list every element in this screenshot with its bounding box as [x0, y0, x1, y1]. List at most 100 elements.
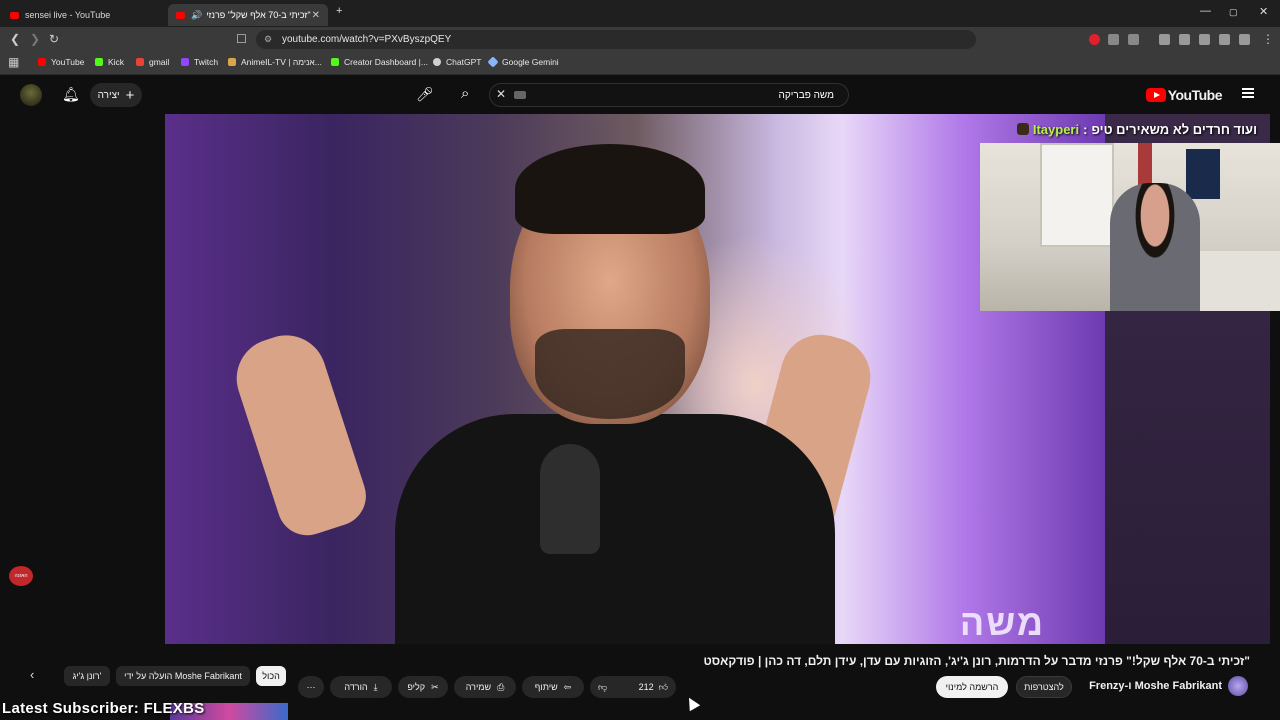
- youtube-icon: [38, 58, 46, 66]
- back-arrow-icon[interactable]: ❮: [10, 32, 20, 46]
- bookmark-chatgpt[interactable]: ChatGPT: [433, 57, 481, 67]
- maximize-button[interactable]: ▢: [1229, 7, 1238, 18]
- bookmark-label: Creator Dashboard |...: [344, 57, 428, 67]
- extension-puzzle-icon[interactable]: [1108, 34, 1119, 45]
- clear-search-icon[interactable]: ✕: [496, 87, 506, 101]
- forward-arrow-icon[interactable]: ❯: [30, 32, 40, 46]
- share-icon: ⇦: [563, 681, 572, 692]
- hamburger-menu-icon[interactable]: [1242, 88, 1254, 98]
- bookmark-gemini[interactable]: Google Gemini: [487, 56, 559, 68]
- like-icon: 👍︎: [658, 681, 668, 692]
- bookmark-label: AnimeIL-TV | אנימה...: [241, 57, 322, 67]
- close-tab-icon[interactable]: ✕: [312, 10, 320, 21]
- webcam-poster: [1186, 149, 1220, 199]
- wallet-icon[interactable]: [1199, 34, 1210, 45]
- clip-button[interactable]: קליפ ✂: [398, 676, 448, 698]
- save-button[interactable]: שמירה ⎙: [454, 676, 516, 698]
- search-icon[interactable]: ⌕: [461, 85, 469, 102]
- shield-icon[interactable]: [1239, 34, 1250, 45]
- close-window-button[interactable]: ✕: [1259, 5, 1268, 18]
- share-label: שיתוף: [534, 682, 558, 692]
- tab-label: "זכיתי ב-70 אלף שקל" פרנזי: [206, 10, 311, 20]
- new-tab-button[interactable]: +: [336, 5, 342, 17]
- create-button[interactable]: יצירה +: [90, 83, 142, 107]
- chip-ronen[interactable]: רונן ג'יג': [64, 666, 110, 686]
- music-icon[interactable]: [1159, 34, 1170, 45]
- extension-box-icon[interactable]: [1128, 34, 1139, 45]
- save-label: שמירה: [465, 682, 492, 692]
- create-label: יצירה: [97, 89, 120, 101]
- bookmark-gmail[interactable]: gmail: [136, 57, 169, 67]
- chip-uploaded-by[interactable]: Moshe Fabrikant הועלה על ידי: [116, 666, 250, 686]
- address-bar[interactable]: ⚙ youtube.com/watch?v=PXvByszpQEY: [256, 30, 976, 49]
- search-input[interactable]: ✕ משה פבריקה: [489, 83, 849, 107]
- chip-all[interactable]: הכול: [256, 666, 286, 686]
- keyboard-icon[interactable]: [514, 91, 526, 99]
- save-bookmark-icon: ⎙: [497, 681, 505, 692]
- bookmark-label: Twitch: [194, 57, 219, 67]
- extension-record-icon[interactable]: [1089, 34, 1100, 45]
- like-dislike-group: 👎︎ 212 👍︎: [590, 676, 676, 698]
- chat-username: Itayperi: [1032, 121, 1080, 137]
- channel-name[interactable]: Frenzy-ו Moshe Fabrikant: [1088, 680, 1222, 692]
- bookmark-label: Kick: [108, 57, 125, 67]
- ai-icon[interactable]: [1219, 34, 1230, 45]
- bookmark-creator-dashboard[interactable]: Creator Dashboard |...: [331, 57, 428, 67]
- site-info-icon[interactable]: ⚙: [264, 34, 272, 45]
- video-beard: [535, 329, 685, 419]
- chat-message-overlay: Itayperi : ועוד חרדים לא משאירים טיפ: [995, 118, 1257, 140]
- webcam-overlay: [980, 143, 1280, 311]
- video-hair: [515, 144, 705, 234]
- gmail-icon: [136, 58, 144, 66]
- reload-icon[interactable]: ↻: [49, 32, 59, 46]
- twitch-icon: [181, 58, 189, 66]
- bookmark-kick[interactable]: Kick: [95, 57, 124, 67]
- menu-dots-icon[interactable]: ⋮: [1262, 32, 1274, 46]
- clip-label: קליפ: [407, 682, 426, 692]
- logo-text: YouTube: [1167, 87, 1223, 103]
- bookmarks-bar: ▦ YouTube Kick gmail Twitch AnimeIL-TV |…: [0, 52, 1280, 75]
- download-button[interactable]: הורדה ⤓: [330, 676, 392, 698]
- video-player[interactable]: משה: [165, 114, 1105, 644]
- browser-toolbar: ❮ ❯ ↻ ☐ ⚙ youtube.com/watch?v=PXvByszpQE…: [0, 27, 1280, 52]
- scissors-icon: ✂: [431, 681, 439, 692]
- plus-icon: +: [125, 86, 135, 104]
- bookmark-label: Google Gemini: [502, 57, 559, 67]
- bookmark-twitch[interactable]: Twitch: [181, 57, 218, 67]
- chat-emote-icon: [1016, 123, 1029, 135]
- like-button[interactable]: 212 👍︎: [639, 682, 668, 693]
- subscribe-button[interactable]: הרשמה למינוי: [936, 676, 1008, 698]
- speaker-icon[interactable]: 🔊: [191, 10, 202, 21]
- youtube-logo[interactable]: YouTube: [1145, 87, 1223, 103]
- animeil-icon: [228, 58, 236, 66]
- like-count: 212: [638, 682, 654, 692]
- youtube-favicon-icon: [176, 11, 185, 19]
- youtube-play-icon: [1145, 88, 1166, 102]
- bookmark-animeil[interactable]: AnimeIL-TV | אנימה...: [228, 57, 322, 67]
- youtube-masthead: 🔔︎ יצירה + 🎤︎ ⌕ ✕ משה פבריקה YouTube: [0, 75, 1280, 115]
- video-title: "זכיתי ב-70 אלף שקל!" פרנזי מדבר על הדרמ…: [703, 654, 1250, 668]
- tab-sensei-live[interactable]: sensei live - YouTube: [2, 4, 168, 26]
- dislike-icon[interactable]: 👎︎: [598, 682, 607, 693]
- notifications-bell-icon[interactable]: 🔔︎: [62, 86, 80, 103]
- share-button[interactable]: שיתוף ⇦: [522, 676, 584, 698]
- apps-grid-icon[interactable]: ▦: [8, 55, 19, 69]
- bookmark-youtube[interactable]: YouTube: [38, 57, 84, 67]
- video-hand-left: [226, 324, 374, 544]
- more-button[interactable]: ⋯: [298, 676, 324, 698]
- video-shirt: [395, 414, 835, 644]
- join-button[interactable]: להצטרפות: [1016, 676, 1072, 698]
- youtube-favicon-icon: [10, 11, 19, 19]
- latest-subscriber-overlay: Latest Subscriber: FLEXBS: [2, 700, 205, 717]
- search-value: משה פבריקה: [778, 89, 834, 101]
- chevron-left-icon[interactable]: ‹: [30, 667, 34, 682]
- download-label: הורדה: [344, 682, 368, 692]
- channel-avatar[interactable]: [1228, 676, 1248, 696]
- tab-current-video[interactable]: 🔊 "זכיתי ב-70 אלף שקל" פרנזי ✕: [168, 4, 328, 26]
- minimize-button[interactable]: —: [1200, 5, 1211, 17]
- avatar[interactable]: [20, 84, 42, 106]
- sidebar-icon[interactable]: [1179, 34, 1190, 45]
- microphone-icon[interactable]: 🎤︎: [416, 86, 434, 103]
- bookmark-icon[interactable]: ☐: [236, 32, 247, 46]
- url-text: youtube.com/watch?v=PXvByszpQEY: [282, 34, 452, 45]
